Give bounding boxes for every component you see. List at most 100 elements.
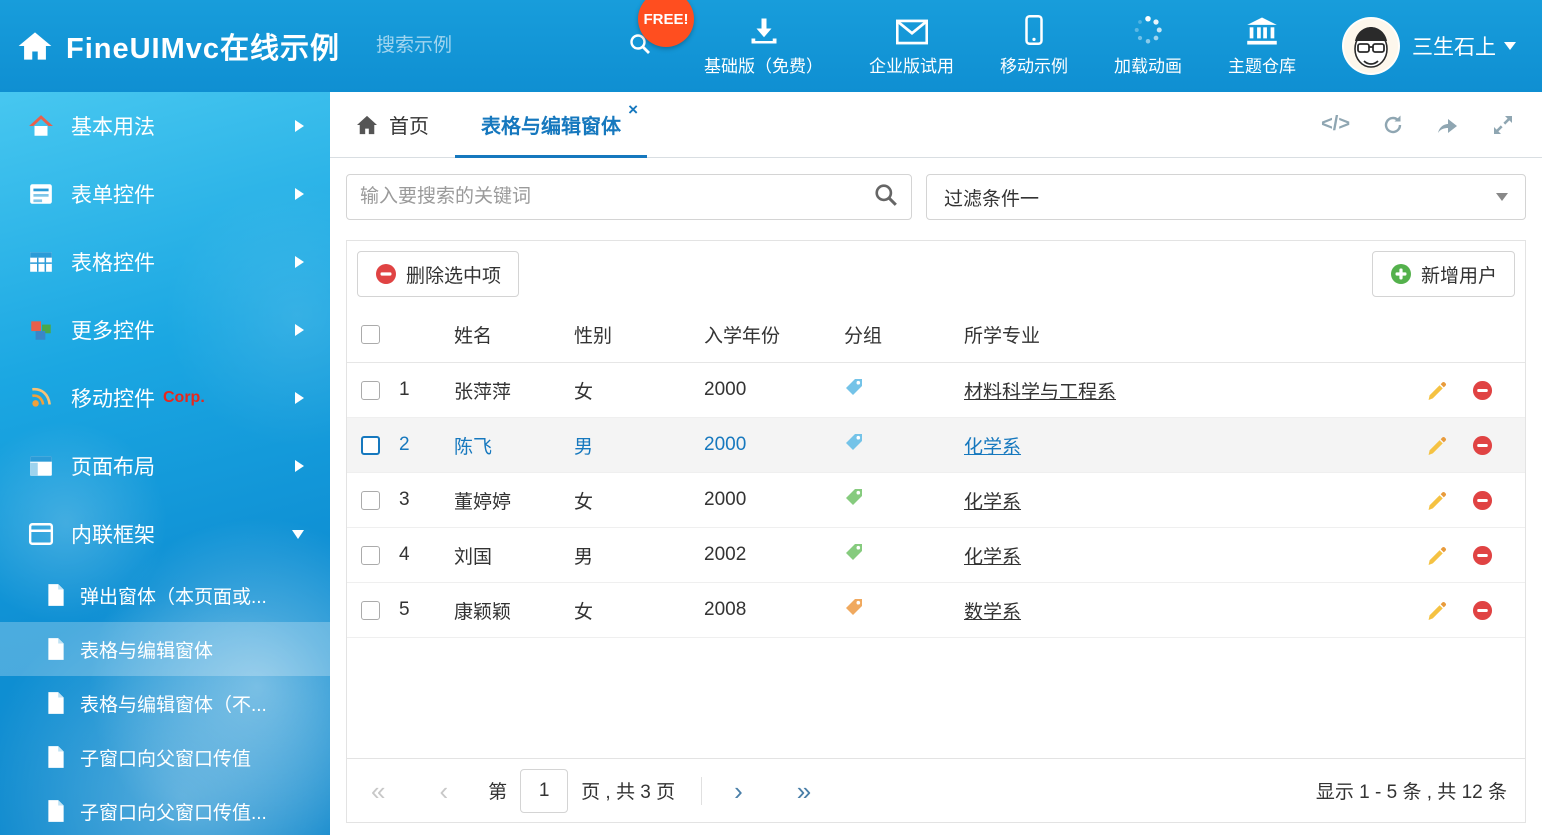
edit-icon[interactable] [1427,380,1448,401]
page-number-input[interactable] [520,769,568,813]
pagination-bar: « ‹ 第 页 , 共 3 页 › » 显示 1 - 5 条 , 共 12 条 [347,758,1525,822]
chevron-right-icon [295,188,304,200]
sidebar-item-iframe[interactable]: 内联框架 [0,500,330,568]
nav-label: 加载动画 [1114,52,1182,77]
add-user-button[interactable]: 新增用户 [1372,251,1515,297]
sidebar-subitem-popup-window[interactable]: 弹出窗体（本页面或... [0,568,330,622]
nav-enterprise-trial[interactable]: 企业版试用 [869,15,954,77]
refresh-icon[interactable] [1382,114,1404,136]
first-page-button[interactable]: « [365,778,391,804]
column-header-gender[interactable]: 性别 [572,321,702,348]
sidebar-subitem-grid-edit-window-2[interactable]: 表格与编辑窗体（不... [0,676,330,730]
sidebar-item-mobile-controls[interactable]: 移动控件 Corp. [0,364,330,432]
column-header-major[interactable]: 所学专业 [962,321,1405,348]
nav-loading-animation[interactable]: 加载动画 [1114,15,1182,77]
prev-page-button[interactable]: ‹ [433,778,454,804]
delete-selected-button[interactable]: 删除选中项 [357,251,519,297]
major-link[interactable]: 化学系 [964,437,1021,458]
tab-grid-edit-window[interactable]: 表格与编辑窗体 × [455,92,647,157]
logo[interactable]: FineUIMvc在线示例 [0,25,340,67]
sidebar-subitem-grid-edit-window[interactable]: 表格与编辑窗体 [0,622,330,676]
record-summary: 显示 1 - 5 条 , 共 12 条 [1316,777,1507,804]
table-row[interactable]: 5 康颖颖 女 2008 数学系 [347,583,1525,638]
user-menu[interactable]: 三生石上 [1342,17,1516,75]
header-nav: FREE! 基础版（免费） 企业版试用 移动示例 [704,15,1542,77]
envelope-icon [896,15,928,45]
main-area: 首页 表格与编辑窗体 × </> [330,92,1542,835]
page-label-before: 第 [488,777,507,804]
sidebar-subitem-child-to-parent-2[interactable]: 子窗口向父窗口传值... [0,784,330,835]
edit-icon[interactable] [1427,600,1448,621]
row-checkbox[interactable] [361,546,380,565]
table-row[interactable]: 2 陈飞 男 2000 化学系 [347,418,1525,473]
edit-icon[interactable] [1427,435,1448,456]
tag-icon[interactable] [844,597,864,617]
tab-bar: 首页 表格与编辑窗体 × </> [330,92,1542,158]
pagination-divider [701,777,702,805]
column-header-group[interactable]: 分组 [842,321,962,348]
column-header-name[interactable]: 姓名 [452,321,572,348]
cell-year: 2000 [702,434,842,456]
chevron-right-icon [295,256,304,268]
home-icon [28,113,54,139]
tag-icon[interactable] [844,542,864,562]
major-link[interactable]: 化学系 [964,547,1021,568]
sidebar-item-form-controls[interactable]: 表单控件 [0,160,330,228]
table-row[interactable]: 3 董婷婷 女 2000 化学系 [347,473,1525,528]
close-icon[interactable]: × [628,101,638,118]
last-page-button[interactable]: » [791,778,817,804]
filter-dropdown[interactable]: 过滤条件一 [926,174,1526,220]
tab-actions: </> [1321,92,1542,157]
row-checkbox[interactable] [361,601,380,620]
add-user-label: 新增用户 [1421,261,1497,288]
sidebar-item-grid-controls[interactable]: 表格控件 [0,228,330,296]
major-link[interactable]: 材料科学与工程系 [964,382,1116,403]
file-icon [46,637,66,661]
column-header-year[interactable]: 入学年份 [702,321,842,348]
content: 过滤条件一 删除选中项 新增用户 姓名 性别 入学年份 [330,158,1542,835]
search-icon[interactable] [874,183,898,212]
delete-row-icon[interactable] [1472,380,1493,401]
share-icon[interactable] [1436,114,1460,136]
keyword-search-input[interactable] [360,186,866,208]
keyword-search-box [346,174,912,220]
next-page-button[interactable]: › [728,778,749,804]
row-checkbox[interactable] [361,436,380,455]
select-all-checkbox[interactable] [361,325,380,344]
expand-icon[interactable] [1492,114,1514,136]
major-link[interactable]: 数学系 [964,602,1021,623]
chevron-right-icon [295,120,304,132]
sidebar-subitem-child-to-parent[interactable]: 子窗口向父窗口传值 [0,730,330,784]
edit-icon[interactable] [1427,545,1448,566]
edit-icon[interactable] [1427,490,1448,511]
sidebar-item-basic-usage[interactable]: 基本用法 [0,92,330,160]
tab-home[interactable]: 首页 [330,92,455,157]
sidebar-item-label: 基本用法 [71,111,155,141]
major-link[interactable]: 化学系 [964,492,1021,513]
tag-icon[interactable] [844,432,864,452]
nav-theme-store[interactable]: 主题仓库 [1228,15,1296,77]
header-search-input[interactable] [376,35,621,57]
delete-row-icon[interactable] [1472,600,1493,621]
row-checkbox[interactable] [361,491,380,510]
source-code-icon[interactable]: </> [1321,113,1350,136]
delete-row-icon[interactable] [1472,490,1493,511]
cell-name: 董婷婷 [452,487,572,514]
table-row[interactable]: 4 刘国 男 2002 化学系 [347,528,1525,583]
chevron-down-icon [292,530,304,539]
user-name: 三生石上 [1412,31,1496,61]
tag-icon[interactable] [844,377,864,397]
plus-circle-icon [1390,263,1412,285]
row-checkbox[interactable] [361,381,380,400]
signal-icon [28,385,54,411]
sidebar-item-more-controls[interactable]: 更多控件 [0,296,330,364]
nav-basic-version[interactable]: 基础版（免费） [704,15,823,77]
tag-icon[interactable] [844,487,864,507]
delete-row-icon[interactable] [1472,545,1493,566]
table-row[interactable]: 1 张萍萍 女 2000 材料科学与工程系 [347,363,1525,418]
delete-row-icon[interactable] [1472,435,1493,456]
cell-year: 2000 [702,379,842,401]
frame-icon [28,521,54,547]
sidebar-item-page-layout[interactable]: 页面布局 [0,432,330,500]
nav-mobile-demo[interactable]: 移动示例 [1000,15,1068,77]
